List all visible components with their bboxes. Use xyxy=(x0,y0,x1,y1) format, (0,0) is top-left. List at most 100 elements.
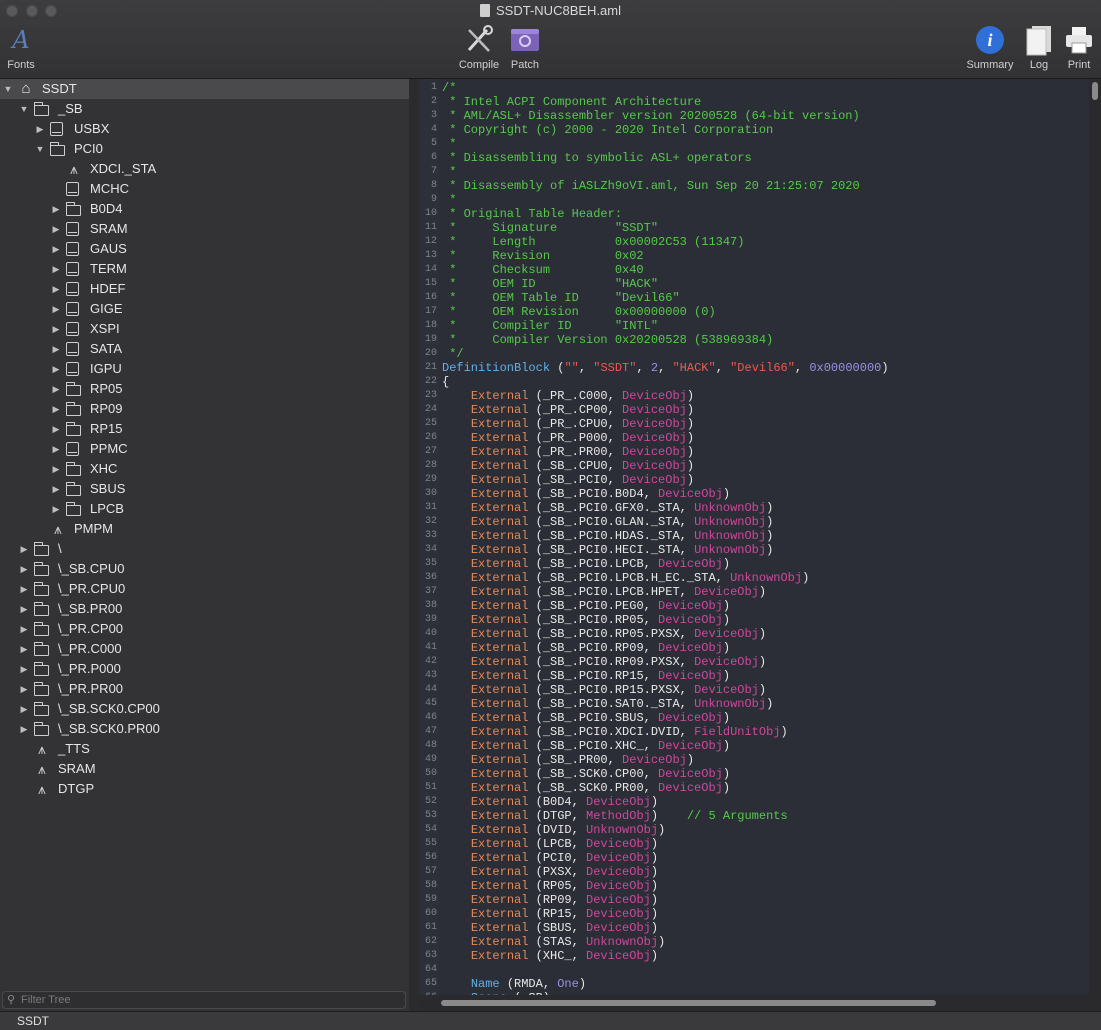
code-token: External xyxy=(470,711,529,725)
tree-row[interactable]: ▶ \_SB.PR00 xyxy=(0,599,409,619)
tree-row[interactable]: ▶ \_PR.CPU0 xyxy=(0,579,409,599)
disclosure-closed-icon[interactable]: ▶ xyxy=(51,459,61,479)
tree-row[interactable]: ▶ GIGE xyxy=(0,299,409,319)
code-token: (RP05, xyxy=(528,879,587,893)
disclosure-closed-icon[interactable]: ▶ xyxy=(19,559,29,579)
tree-row[interactable]: ▶ \_SB.SCK0.PR00 xyxy=(0,719,409,739)
line-number: 8 xyxy=(430,180,437,191)
disclosure-open-icon[interactable]: ▼ xyxy=(19,99,29,119)
tree-row[interactable]: ▶ GAUS xyxy=(0,239,409,259)
tree-row-label: LPCB xyxy=(90,501,124,516)
horizontal-scrollbar[interactable] xyxy=(419,995,1089,1011)
tree-row[interactable]: ▶ PPMC xyxy=(0,439,409,459)
disclosure-closed-icon[interactable]: ▶ xyxy=(51,279,61,299)
tree-row[interactable]: ⩚ SRAM xyxy=(0,759,409,779)
tree-row[interactable]: ▶ \ xyxy=(0,539,409,559)
disclosure-closed-icon[interactable]: ▶ xyxy=(51,259,61,279)
horizontal-scroll-thumb[interactable] xyxy=(441,1000,936,1006)
tree-row[interactable]: ▶ \_SB.SCK0.CP00 xyxy=(0,699,409,719)
tree-row[interactable]: ▶ SRAM xyxy=(0,219,409,239)
tree-row[interactable]: ▼ _SB xyxy=(0,99,409,119)
patch-button[interactable]: Patch xyxy=(505,24,545,71)
disclosure-closed-icon[interactable]: ▶ xyxy=(19,539,29,559)
tree-row[interactable]: ⩚ PMPM xyxy=(0,519,409,539)
vertical-scrollbar[interactable] xyxy=(1089,79,1101,1011)
disclosure-closed-icon[interactable]: ▶ xyxy=(19,579,29,599)
tree-row[interactable]: ▶ LPCB xyxy=(0,499,409,519)
method-icon: ⩚ xyxy=(54,521,62,537)
disclosure-closed-icon[interactable]: ▶ xyxy=(51,419,61,439)
tree-row[interactable]: ▶ \_PR.C000 xyxy=(0,639,409,659)
disclosure-closed-icon[interactable]: ▶ xyxy=(51,379,61,399)
disclosure-closed-icon[interactable]: ▶ xyxy=(51,499,61,519)
tree-row[interactable]: ▶ USBX xyxy=(0,119,409,139)
disclosure-closed-icon[interactable]: ▶ xyxy=(19,639,29,659)
vertical-scroll-thumb[interactable] xyxy=(1092,82,1098,100)
disclosure-closed-icon[interactable]: ▶ xyxy=(51,359,61,379)
code-token: ) xyxy=(578,977,587,991)
line-number: 60 xyxy=(424,908,437,919)
disclosure-closed-icon[interactable]: ▶ xyxy=(51,299,61,319)
disclosure-closed-icon[interactable]: ▶ xyxy=(19,659,29,679)
code-token: (_SB_.PCI0.LPCB, xyxy=(528,557,659,571)
tree-row[interactable]: ▶ XSPI xyxy=(0,319,409,339)
tree-row[interactable]: ▶ XHC xyxy=(0,459,409,479)
code-token: (_SB_.PCI0.HECI._STA, xyxy=(528,543,695,557)
tree-row[interactable]: ▶ \_PR.P000 xyxy=(0,659,409,679)
disclosure-closed-icon[interactable]: ▶ xyxy=(19,699,29,719)
code-line: External (_PR_.CPU0, DeviceObj) xyxy=(442,417,694,431)
disclosure-open-icon[interactable]: ▼ xyxy=(35,139,45,159)
line-number: 4 xyxy=(430,124,437,135)
disclosure-closed-icon[interactable]: ▶ xyxy=(51,239,61,259)
disclosure-closed-icon[interactable]: ▶ xyxy=(19,619,29,639)
filter-tree-input[interactable]: ⚲ Filter Tree xyxy=(2,991,406,1009)
tree-row[interactable]: ▶ SBUS xyxy=(0,479,409,499)
disclosure-closed-icon[interactable]: ▶ xyxy=(35,119,45,139)
tree-row[interactable]: ▶ TERM xyxy=(0,259,409,279)
status-bar: SSDT xyxy=(0,1011,1101,1030)
tree-row[interactable]: MCHC xyxy=(0,179,409,199)
code-editor[interactable]: 1 2 3 4 5 6 7 8 9 10 11 12 13 14 15 16 17 18 19 20 21 22 23 24 2… xyxy=(419,79,1089,995)
summary-button[interactable]: i Summary xyxy=(962,24,1018,71)
split-divider[interactable] xyxy=(409,79,825,989)
tree-row[interactable]: ▶ RP15 xyxy=(0,419,409,439)
tree-row[interactable]: ▶ \_PR.CP00 xyxy=(0,619,409,639)
fonts-button[interactable]: A Fonts xyxy=(4,24,38,71)
tree-row[interactable]: ▶ \_SB.CPU0 xyxy=(0,559,409,579)
disclosure-closed-icon[interactable]: ▶ xyxy=(51,439,61,459)
tree-row[interactable]: ▼ PCI0 xyxy=(0,139,409,159)
tree-row[interactable]: ⩚ _TTS xyxy=(0,739,409,759)
folder-icon xyxy=(34,542,49,556)
tree-row[interactable]: ▶ RP05 xyxy=(0,379,409,399)
log-button[interactable]: Log xyxy=(1022,24,1056,71)
tree-row[interactable]: ▼ ⌂ SSDT xyxy=(0,79,409,99)
code-token: ) xyxy=(802,571,810,585)
disclosure-closed-icon[interactable]: ▶ xyxy=(51,319,61,339)
disclosure-closed-icon[interactable]: ▶ xyxy=(19,599,29,619)
disclosure-closed-icon[interactable]: ▶ xyxy=(51,199,61,219)
tree-row[interactable]: ▶ SATA xyxy=(0,339,409,359)
tree-row[interactable]: ▶ \_PR.PR00 xyxy=(0,679,409,699)
device-icon xyxy=(66,262,79,276)
disclosure-open-icon[interactable]: ▼ xyxy=(3,79,13,99)
tree-row[interactable]: ▶ B0D4 xyxy=(0,199,409,219)
tree-row[interactable]: ▶ HDEF xyxy=(0,279,409,299)
folder-icon xyxy=(66,202,81,216)
disclosure-closed-icon[interactable]: ▶ xyxy=(51,219,61,239)
tree-row[interactable]: ⩚ DTGP xyxy=(0,779,409,799)
disclosure-closed-icon[interactable]: ▶ xyxy=(19,719,29,739)
tree-row[interactable]: ▶ IGPU xyxy=(0,359,409,379)
disclosure-closed-icon[interactable]: ▶ xyxy=(19,679,29,699)
tree-row[interactable]: ▶ RP09 xyxy=(0,399,409,419)
tree-row[interactable]: ⩚ XDCI._STA xyxy=(0,159,409,179)
disclosure-closed-icon[interactable]: ▶ xyxy=(51,399,61,419)
disclosure-closed-icon[interactable]: ▶ xyxy=(51,479,61,499)
disclosure-closed-icon[interactable]: ▶ xyxy=(51,339,61,359)
compile-button[interactable]: Compile xyxy=(456,24,502,71)
print-button[interactable]: Print xyxy=(1062,24,1096,71)
